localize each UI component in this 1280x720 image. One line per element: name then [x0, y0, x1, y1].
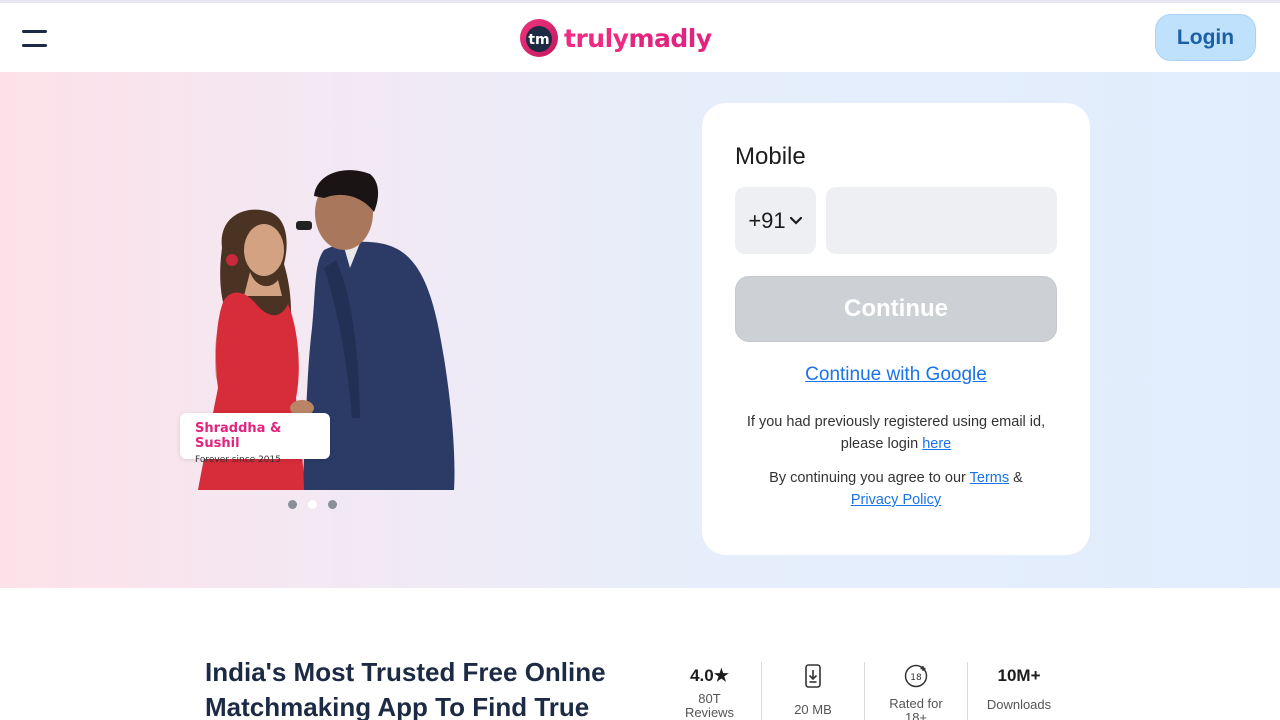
page-headline: India's Most Trusted Free Online Matchma…	[205, 657, 606, 720]
mobile-label: Mobile	[735, 143, 806, 170]
chevron-down-icon	[789, 216, 802, 225]
country-code-value: +91	[748, 207, 786, 233]
logo-mark-icon: tm	[520, 19, 558, 57]
trulymadly-logo[interactable]: tm trulymadly	[519, 16, 712, 60]
login-button[interactable]: Login	[1155, 14, 1256, 61]
info-section: India's Most Trusted Free Online Matchma…	[0, 588, 1280, 720]
stat-rating-label: 80T Reviews	[684, 691, 735, 720]
stat-size: 20 MB	[761, 662, 864, 720]
stat-rating: 4.0★ 80T Reviews	[658, 662, 761, 720]
stat-downloads-value: 10M+	[997, 666, 1041, 685]
email-note-text: If you had previously registered using e…	[746, 414, 1046, 452]
caption-since: Forever since 2015	[195, 455, 281, 465]
logo-initials: tm	[528, 32, 549, 48]
carousel-dot-2[interactable]	[308, 500, 317, 509]
terms-prefix: By continuing you agree to our	[769, 470, 966, 486]
stat-downloads-label: Downloads	[986, 697, 1052, 712]
mobile-number-input[interactable]	[826, 187, 1057, 254]
hero-section: Shraddha & Sushil Forever since 2015 Mob…	[0, 72, 1280, 588]
stat-size-label: 20 MB	[794, 702, 832, 717]
menu-line-bottom	[22, 44, 47, 47]
age-18-icon: 18	[904, 664, 928, 688]
stat-age: 18 Rated for 18+	[864, 662, 967, 720]
logo-wordmark: trulymadly	[564, 24, 712, 53]
svg-text:18: 18	[910, 673, 922, 683]
caption-names: Shraddha & Sushil	[195, 421, 282, 451]
stat-rating-value: 4.0★	[690, 666, 729, 685]
app-stats: 4.0★ 80T Reviews 20 MB 18 Rated for 18+ …	[658, 662, 1070, 720]
logo-word-truly: truly	[564, 23, 629, 53]
terms-ampersand: &	[1013, 470, 1023, 486]
terms-link[interactable]: Terms	[970, 470, 1009, 486]
privacy-policy-link[interactable]: Privacy Policy	[851, 492, 941, 508]
carousel-dot-1[interactable]	[288, 500, 297, 509]
carousel-dot-3[interactable]	[328, 500, 337, 509]
email-login-link[interactable]: here	[922, 436, 951, 452]
couple-caption-card: Shraddha & Sushil Forever since 2015	[180, 413, 330, 465]
hamburger-menu-icon[interactable]	[22, 30, 48, 48]
stat-age-label: Rated for 18+	[889, 696, 943, 720]
continue-with-google-link[interactable]: Continue with Google	[702, 364, 1090, 386]
stat-downloads: 10M+ Downloads	[967, 662, 1070, 720]
menu-line-top	[22, 30, 47, 33]
login-card: Mobile +91 Continue Continue with Google…	[702, 103, 1090, 555]
top-navbar: tm trulymadly Login	[0, 3, 1280, 72]
terms-note: By continuing you agree to our Terms & P…	[738, 467, 1054, 511]
download-phone-icon	[805, 664, 821, 688]
logo-word-madly: madly	[628, 23, 712, 53]
country-code-select[interactable]: +91	[735, 187, 816, 254]
email-login-note: If you had previously registered using e…	[738, 411, 1054, 455]
continue-button[interactable]: Continue	[735, 276, 1057, 342]
carousel-dots	[288, 500, 337, 509]
